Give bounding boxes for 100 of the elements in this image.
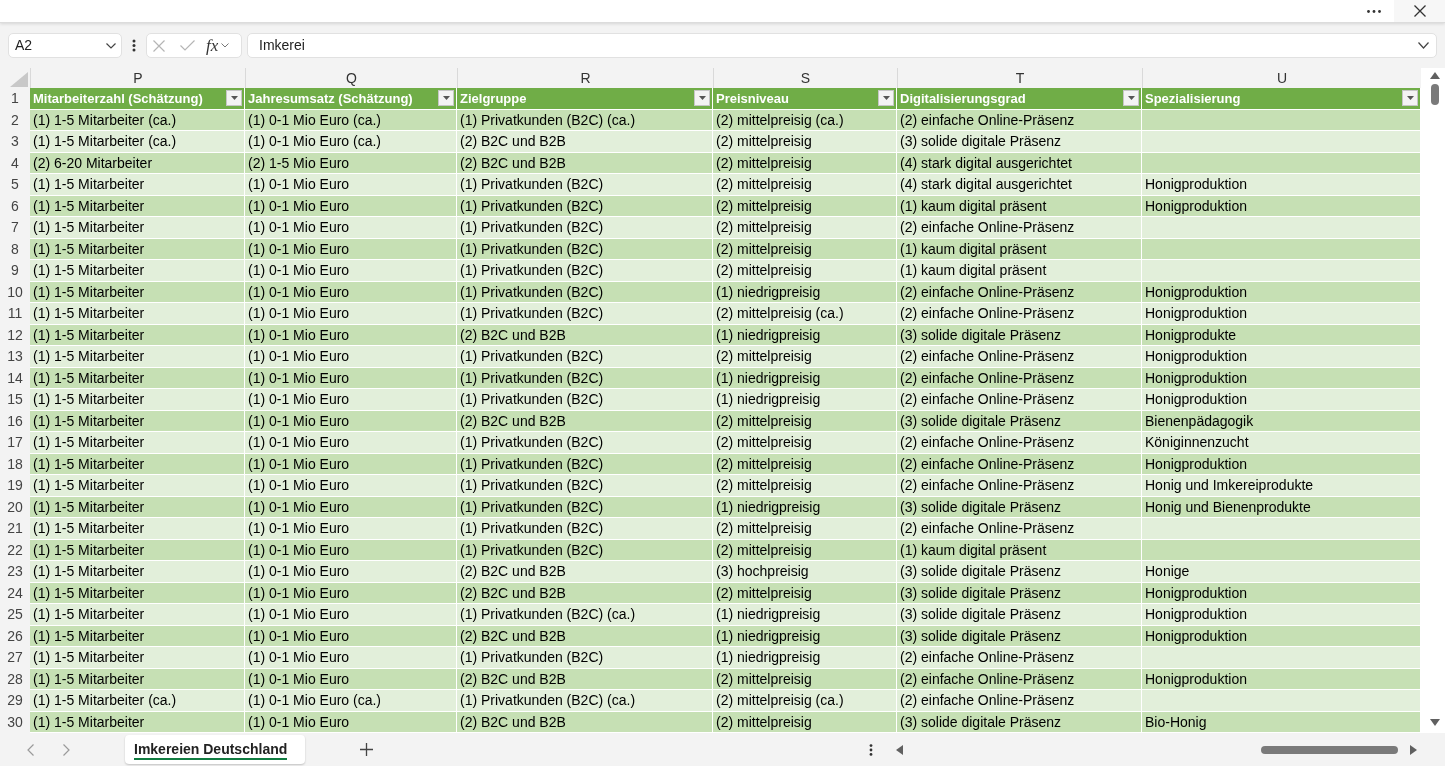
table-cell: (3) solide digitale Präsenz [897,410,1142,432]
table-cell: (2) mittelpreisig [713,668,897,690]
filter-button[interactable] [438,90,454,107]
scroll-up-arrow-icon[interactable] [1429,72,1440,79]
table-cell: (2) mittelpreisig [713,410,897,432]
table-cell: Honigprodukte [1142,324,1421,346]
table-cell: (2) einfache Online-Präsenz [897,475,1142,497]
table-cell: (1) 0-1 Mio Euro [245,195,457,217]
table-cell: (1) 1-5 Mitarbeiter [30,668,245,690]
scroll-down-arrow-icon[interactable] [1429,719,1440,726]
chevron-down-icon[interactable] [106,42,116,49]
chevron-left-icon[interactable] [27,743,34,756]
table-cell: (1) kaum digital präsent [897,195,1142,217]
filter-button[interactable] [1402,90,1418,107]
table-cell: (2) einfache Online-Präsenz [897,389,1142,411]
table-cell: (1) Privatkunden (B2C) [457,238,713,260]
caret-down-icon [698,96,706,101]
row-header[interactable]: 26 [0,625,30,647]
row-header[interactable]: 5 [0,174,30,196]
table-cell: (1) 0-1 Mio Euro (ca.) [245,131,457,153]
insert-function-button[interactable]: fx [206,35,219,56]
row-header[interactable]: 27 [0,647,30,669]
table-cell: (4) stark digital ausgerichtet [897,174,1142,196]
row-header[interactable]: 7 [0,217,30,239]
row-header[interactable]: 30 [0,711,30,733]
row-header[interactable]: 16 [0,410,30,432]
row-header[interactable]: 9 [0,260,30,282]
table-cell: (1) niedrigpreisig [713,496,897,518]
scroll-left-arrow-icon[interactable] [896,744,903,755]
table-cell: Honigproduktion [1142,281,1421,303]
row-header[interactable]: 20 [0,496,30,518]
row-header[interactable]: 11 [0,303,30,325]
table-cell: (1) 1-5 Mitarbeiter [30,453,245,475]
row-header[interactable]: 29 [0,690,30,712]
scroll-right-arrow-icon[interactable] [1410,744,1417,755]
table-cell: Königinnenzucht [1142,432,1421,454]
row-header[interactable]: 12 [0,324,30,346]
row-header[interactable]: 1 [0,88,30,110]
table-cell: (2) einfache Online-Präsenz [897,453,1142,475]
table-cell: (2) einfache Online-Präsenz [897,432,1142,454]
table-cell: (1) 1-5 Mitarbeiter (ca.) [30,690,245,712]
table-cell: (2) B2C und B2B [457,561,713,583]
row-header[interactable]: 21 [0,518,30,540]
row-header[interactable]: 13 [0,346,30,368]
chevron-down-icon[interactable] [1418,42,1429,49]
row-header[interactable]: 10 [0,281,30,303]
vertical-dots-icon[interactable] [869,743,873,756]
filter-button[interactable] [226,90,242,107]
table-cell: Honigproduktion [1142,174,1421,196]
name-box[interactable]: A2 [8,33,122,58]
table-cell: (2) B2C und B2B [457,324,713,346]
table-cell: (1) 0-1 Mio Euro [245,217,457,239]
row-header[interactable]: 14 [0,367,30,389]
row-header[interactable]: 6 [0,195,30,217]
row-header[interactable]: 24 [0,582,30,604]
caret-down-icon [882,96,890,101]
table-cell: (1) 1-5 Mitarbeiter [30,604,245,626]
filter-button[interactable] [1123,90,1139,107]
chevron-down-icon[interactable] [221,43,230,48]
row-header[interactable]: 22 [0,539,30,561]
table-cell: (3) solide digitale Präsenz [897,582,1142,604]
table-cell: (1) 1-5 Mitarbeiter [30,711,245,733]
row-header[interactable]: 4 [0,152,30,174]
table-cell: (1) Privatkunden (B2C) [457,195,713,217]
row-header[interactable]: 25 [0,604,30,626]
formula-field[interactable]: Imkerei [247,33,1437,58]
table-cell: (2) mittelpreisig [713,539,897,561]
sheet-tab[interactable]: Imkereien Deutschland [125,735,305,764]
column-title: Digitalisierungsgrad [900,89,1026,108]
table-cell: Honigproduktion [1142,195,1421,217]
table-cell: (2) mittelpreisig [713,432,897,454]
row-header[interactable]: 2 [0,109,30,131]
vertical-dots-icon[interactable] [132,39,136,52]
row-header[interactable]: 28 [0,668,30,690]
table-cell: (1) 0-1 Mio Euro [245,604,457,626]
row-header[interactable]: 15 [0,389,30,411]
check-icon[interactable] [180,40,195,51]
table-cell: (2) mittelpreisig [713,131,897,153]
scrollbar-thumb[interactable] [1261,745,1398,754]
row-header[interactable]: 8 [0,238,30,260]
filter-button[interactable] [878,90,894,107]
table-cell: (1) 0-1 Mio Euro [245,410,457,432]
chevron-right-icon[interactable] [63,743,70,756]
table-cell: (1) Privatkunden (B2C) [457,367,713,389]
table-cell: (2) einfache Online-Präsenz [897,109,1142,131]
scrollbar-thumb[interactable] [1430,84,1439,105]
table-cell: (1) 0-1 Mio Euro [245,324,457,346]
table-cell: (1) 1-5 Mitarbeiter [30,647,245,669]
table-cell: Honigproduktion [1142,625,1421,647]
row-header[interactable]: 19 [0,475,30,497]
row-header[interactable]: 18 [0,453,30,475]
table-cell: (2) mittelpreisig [713,346,897,368]
table-cell: (2) 6-20 Mitarbeiter [30,152,245,174]
table-cell: Honigproduktion [1142,303,1421,325]
row-header[interactable]: 17 [0,432,30,454]
filter-button[interactable] [694,90,710,107]
row-header[interactable]: 23 [0,561,30,583]
table-cell: (1) 0-1 Mio Euro [245,260,457,282]
close-button[interactable] [1394,0,1445,22]
row-header[interactable]: 3 [0,131,30,153]
